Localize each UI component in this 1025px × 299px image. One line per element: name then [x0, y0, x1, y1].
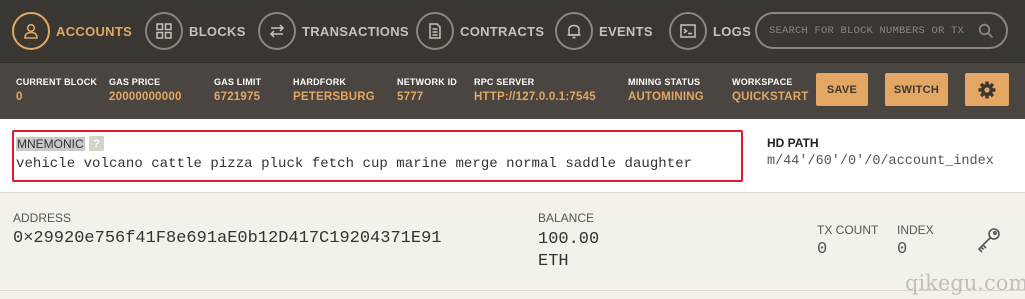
stat-hardfork: HARDFORK PETERSBURG — [293, 77, 375, 103]
stat-value: PETERSBURG — [293, 91, 375, 103]
stat-current-block: CURRENT BLOCK 0 — [16, 77, 97, 103]
nav-blocks-label: BLOCKS — [189, 23, 246, 39]
bell-icon — [555, 12, 593, 50]
stat-value: 20000000000 — [109, 91, 182, 103]
stat-value: 0 — [16, 91, 23, 103]
blocks-icon — [145, 12, 183, 50]
stat-rpc-server: RPC SERVER HTTP://127.0.0.1:7545 — [474, 77, 596, 103]
stat-network-id: NETWORK ID 5777 — [397, 77, 457, 103]
stat-label: RPC SERVER — [474, 77, 535, 87]
nav-logs-label: LOGS — [713, 23, 752, 39]
nav-accounts[interactable]: ACCOUNTS — [12, 11, 132, 51]
gear-icon — [978, 81, 996, 98]
stat-label: NETWORK ID — [397, 77, 457, 87]
nav-transactions-label: TRANSACTIONS — [302, 23, 409, 39]
nav-events[interactable]: EVENTS — [555, 11, 653, 51]
tx-count-value: 0 — [817, 240, 828, 259]
document-icon — [416, 12, 454, 50]
nav-accounts-label: ACCOUNTS — [56, 23, 133, 39]
index-label: INDEX — [897, 223, 934, 237]
status-bar: CURRENT BLOCK 0 GAS PRICE 20000000000 GA… — [0, 62, 1025, 119]
stat-gas-price: GAS PRICE 20000000000 — [109, 77, 182, 103]
search-placeholder: SEARCH FOR BLOCK NUMBERS OR TX — [769, 24, 965, 37]
stat-label: GAS LIMIT — [214, 77, 262, 87]
nav-events-label: EVENTS — [599, 23, 653, 39]
stat-label: MINING STATUS — [628, 77, 701, 87]
hd-path-label: HD PATH — [767, 136, 819, 150]
stat-value: 5777 — [397, 91, 424, 103]
nav-blocks[interactable]: BLOCKS — [145, 11, 246, 51]
stat-label: HARDFORK — [293, 77, 347, 87]
address-value: 0×29920e756f41F8e691aE0b12D417C19204371E… — [13, 229, 442, 248]
hd-path-value: m/44'/60'/0'/0/account_index — [767, 154, 994, 169]
stat-mining-status: MINING STATUS AUTOMINING — [628, 77, 704, 103]
stat-value: QUICKSTART — [732, 91, 809, 103]
nav-contracts-label: CONTRACTS — [460, 23, 545, 39]
stat-label: CURRENT BLOCK — [16, 77, 98, 87]
settings-button[interactable] — [965, 73, 1009, 106]
transactions-icon — [258, 12, 296, 50]
stat-value: 6721975 — [214, 91, 261, 103]
top-nav: ACCOUNTS BLOCKS TRANSACTIONS CONTRACTS E… — [0, 0, 1025, 62]
nav-logs[interactable]: LOGS — [669, 11, 751, 51]
help-icon[interactable]: ? — [89, 136, 104, 151]
nav-transactions[interactable]: TRANSACTIONS — [258, 11, 409, 51]
nav-contracts[interactable]: CONTRACTS — [416, 11, 544, 51]
user-icon — [12, 12, 50, 50]
search-input[interactable]: SEARCH FOR BLOCK NUMBERS OR TX — [755, 12, 1008, 49]
terminal-icon — [669, 12, 707, 50]
stat-workspace: WORKSPACE QUICKSTART — [732, 77, 809, 103]
address-label: ADDRESS — [13, 211, 72, 225]
watermark: qikegu.com — [905, 271, 1025, 295]
mnemonic-value: vehicle volcano cattle pizza pluck fetch… — [16, 156, 693, 172]
key-icon[interactable] — [974, 226, 1002, 254]
stat-label: WORKSPACE — [732, 77, 793, 87]
stat-value: AUTOMINING — [628, 91, 704, 103]
stat-value: HTTP://127.0.0.1:7545 — [474, 91, 596, 103]
tx-count-label: TX COUNT — [817, 223, 879, 237]
balance-label: BALANCE — [538, 211, 595, 225]
save-button[interactable]: SAVE — [816, 73, 868, 106]
search-icon[interactable] — [978, 23, 994, 39]
balance-value: 100.00 ETH — [538, 230, 600, 271]
stat-label: GAS PRICE — [109, 77, 161, 87]
index-value: 0 — [897, 240, 908, 259]
stat-gas-limit: GAS LIMIT 6721975 — [214, 77, 261, 103]
switch-button[interactable]: SWITCH — [885, 73, 948, 106]
mnemonic-label: MNEMONIC — [16, 137, 85, 151]
